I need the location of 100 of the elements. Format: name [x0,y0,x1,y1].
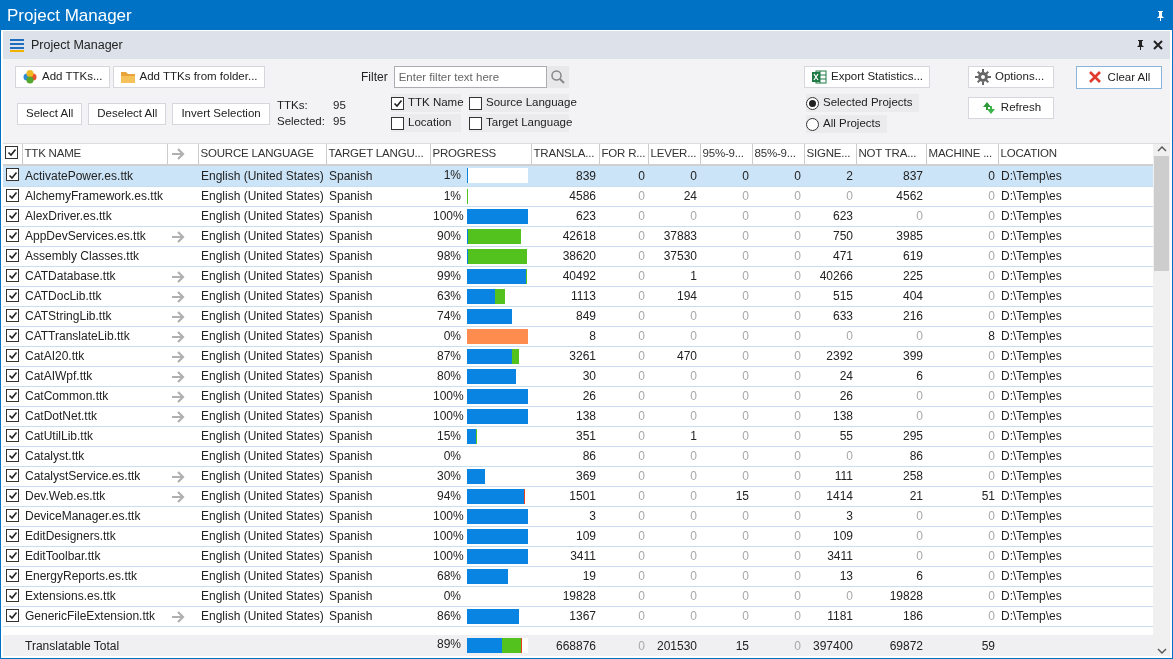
export-statistics-button[interactable]: Export Statistics... [804,66,931,88]
table-cell: 0 [926,306,998,326]
row-checkbox[interactable] [6,368,19,382]
table-cell: Spanish [326,586,430,606]
table-row[interactable]: CatUtilLib.ttk English (United States) Spanish 15% 351 0 1 0 0 55 295 0 D:\Temp\es [3,426,1153,446]
table-cell: 0% [430,326,464,346]
checkbox[interactable] [469,116,482,130]
table-row[interactable]: EnergyReports.es.ttk English (United States) Spanish 68% 19 0 0 0 0 13 6 0 D:\Temp\es [3,566,1153,586]
row-checkbox[interactable] [6,208,19,222]
table-row[interactable]: DeviceManager.es.ttk English (United States) Spanish 100% 3 0 0 0 0 3 0 0 D:\Temp\es [3,506,1153,526]
table-row[interactable]: Catalyst.ttk English (United States) Spanish 0% 86 0 0 0 0 0 86 0 D:\Temp\es [3,446,1153,466]
search-button[interactable] [546,66,569,88]
select-all-checkbox[interactable] [5,145,18,159]
row-checkbox[interactable] [6,608,19,622]
row-checkbox[interactable] [6,288,19,302]
checkbox-label: Source Language [486,95,577,111]
row-checkbox[interactable] [6,408,19,422]
table-cell: 86 [531,446,599,466]
table-cell: 0 [752,566,804,586]
scroll-up-icon[interactable] [1155,144,1168,154]
table-row[interactable]: CatAIWpf.ttk English (United States) Spanish 80% 30 0 0 0 0 24 6 0 D:\Temp\es [3,366,1153,386]
scroll-thumb[interactable] [1154,156,1169,271]
table-cell: 90% [430,226,464,246]
table-row[interactable]: Assembly Classes.ttk English (United States) Spanish 98% 38620 0 37530 0 0 471 619 0 D:\Temp\es [3,246,1153,266]
table-row[interactable]: EditToolbar.ttk English (United States) Spanish 100% 3411 0 0 0 0 3411 0 0 D:\Temp\es [3,546,1153,566]
table-cell: Spanish [326,466,430,486]
table-cell: English (United States) [198,166,326,186]
scrollbar[interactable] [1153,144,1170,656]
table-row[interactable]: EditDesigners.ttk English (United States) Spanish 100% 109 0 0 0 0 109 0 0 D:\Temp\es [3,526,1153,546]
checkbox[interactable] [469,96,482,110]
row-checkbox[interactable] [6,188,19,202]
table-row[interactable]: CATTranslateLib.ttk English (United States) Spanish 0% 8 0 0 0 0 0 0 8 D:\Temp\es [3,326,1153,346]
table-row[interactable]: GenericFileExtension.ttk English (United States) Spanish 86% 1367 0 0 0 0 1181 186 0 D:\Temp\es [3,606,1153,626]
checkbox[interactable] [391,116,404,130]
row-checkbox[interactable] [6,348,19,362]
row-checkbox[interactable] [6,328,19,342]
table-cell: 24 [804,366,856,386]
check-icon [7,570,18,580]
row-checkbox[interactable] [6,448,19,462]
checkbox[interactable] [391,96,404,110]
options-button[interactable]: Options... [968,66,1054,88]
table-cell: 0 [752,506,804,526]
table-row[interactable]: CatDotNet.ttk English (United States) Spanish 100% 138 0 0 0 0 138 0 0 D:\Temp\es [3,406,1153,426]
table-row[interactable]: ActivatePower.es.ttk English (United States) Spanish 1% 839 0 0 0 0 2 837 0 D:\Temp\es [3,166,1153,186]
table-cell: 0 [648,506,700,526]
table-cell: 201530 [648,635,700,656]
table-cell: AlexDriver.es.ttk [22,206,167,226]
table-row[interactable]: CatAI20.ttk English (United States) Spanish 87% 3261 0 470 0 0 2392 399 0 D:\Temp\es [3,346,1153,366]
refresh-button[interactable]: Refresh [968,97,1054,119]
row-checkbox[interactable] [6,548,19,562]
table-row[interactable]: AlexDriver.es.ttk English (United States) Spanish 100% 623 0 0 0 0 623 0 0 D:\Temp\es [3,206,1153,226]
table-cell: 0 [700,246,752,266]
table-cell: Spanish [326,166,430,186]
row-checkbox[interactable] [6,428,19,442]
row-checkbox[interactable] [6,268,19,282]
table-row[interactable]: Extensions.es.ttk English (United States) Spanish 0% 19828 0 0 0 0 0 19828 0 D:\Temp\es [3,586,1153,606]
radio-button[interactable] [806,96,819,110]
row-checkbox[interactable] [6,588,19,602]
table-cell: 100% [430,506,464,526]
table-row[interactable]: AlchemyFramework.es.ttk English (United States) Spanish 1% 4586 0 24 0 0 0 4562 0 D:\Temp\es [3,186,1153,206]
scroll-down-icon[interactable] [1155,646,1168,656]
invert-selection-button[interactable]: Invert Selection [172,103,270,125]
table-row[interactable]: CatalystService.es.ttk English (United States) Spanish 30% 369 0 0 0 0 111 258 0 D:\Temp\es [3,466,1153,486]
table-cell: 0 [752,246,804,266]
table-cell: 0 [700,406,752,426]
menu-icon[interactable] [9,37,25,53]
row-checkbox[interactable] [6,468,19,482]
row-checkbox[interactable] [6,568,19,582]
table-cell: 0 [700,606,752,626]
table-row[interactable]: CATDatabase.ttk English (United States) Spanish 99% 40492 0 1 0 0 40266 225 0 D:\Temp\es [3,266,1153,286]
table-cell: Spanish [326,226,430,246]
radio-button[interactable] [806,117,819,131]
table-row[interactable]: CATStringLib.ttk English (United States) Spanish 74% 849 0 0 0 0 633 216 0 D:\Temp\es [3,306,1153,326]
row-checkbox[interactable] [6,228,19,242]
row-checkbox[interactable] [6,168,19,182]
table-cell: 369 [531,466,599,486]
row-checkbox[interactable] [6,248,19,262]
row-checkbox[interactable] [6,528,19,542]
close-icon[interactable] [1152,39,1164,51]
check-icon [7,430,18,440]
table-row[interactable]: CATDocLib.ttk English (United States) Spanish 63% 1113 0 194 0 0 515 404 0 D:\Temp\es [3,286,1153,306]
row-checkbox[interactable] [6,488,19,502]
table-row[interactable]: Dev.Web.es.ttk English (United States) Spanish 94% 1501 0 0 15 0 1414 21 51 D:\Temp\es [3,486,1153,506]
row-checkbox[interactable] [6,308,19,322]
add-ttks-button[interactable]: Add TTKs... [15,66,110,88]
table-row[interactable]: CatCommon.ttk English (United States) Spanish 100% 26 0 0 0 0 26 0 0 D:\Temp\es [3,386,1153,406]
table-cell: 8 [926,326,998,346]
row-checkbox[interactable] [6,508,19,522]
table-cell: 94% [430,486,464,506]
filter-field[interactable]: Enter filter text here [393,66,547,88]
table-row[interactable]: AppDevServices.es.ttk English (United States) Spanish 90% 42618 0 37883 0 0 750 3985 0 D:\Temp\es [3,226,1153,246]
add-from-folder-button[interactable]: Add TTKs from folder... [112,66,265,88]
table-cell: 399 [856,346,926,366]
table-cell: 21 [856,486,926,506]
check-icon [7,390,18,400]
table-cell: 0 [700,446,752,466]
select-all-button[interactable]: Select All [17,103,83,125]
row-checkbox[interactable] [6,388,19,402]
clear-all-button[interactable]: Clear All [1076,66,1162,89]
deselect-all-button[interactable]: Deselect All [88,103,167,125]
